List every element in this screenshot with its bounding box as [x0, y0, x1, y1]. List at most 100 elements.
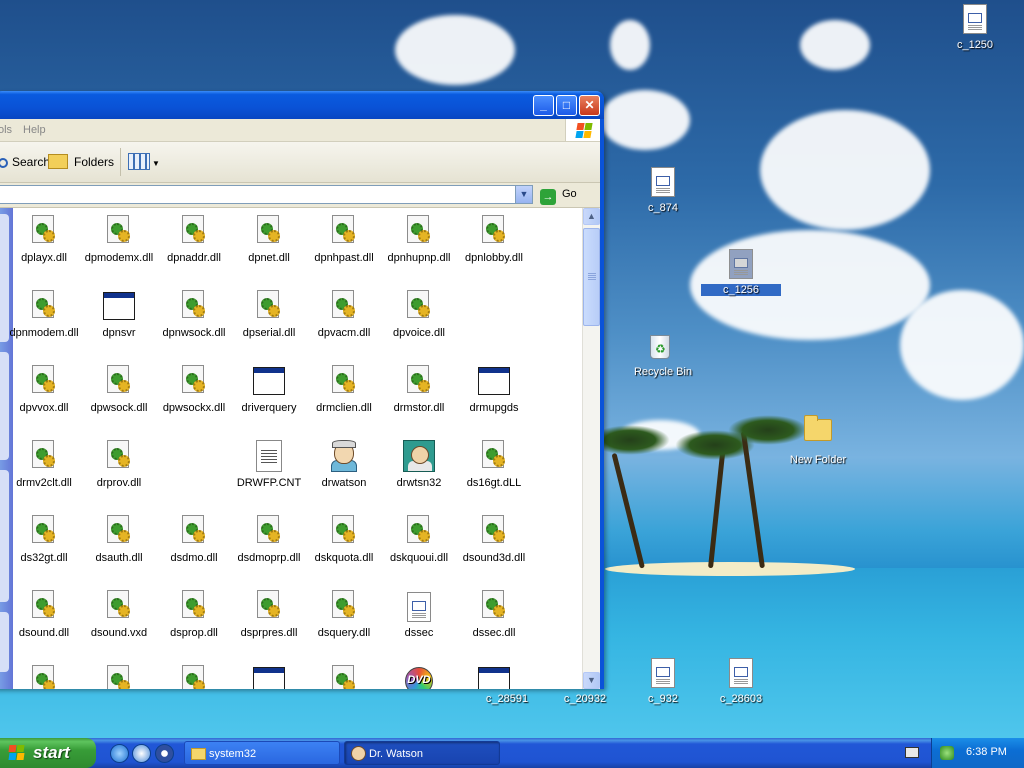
file-item[interactable]: driverquery	[231, 363, 307, 414]
chevron-up-icon: ▲	[587, 211, 596, 221]
file-item-label: driverquery	[241, 402, 297, 414]
file-item[interactable]: dssec	[381, 588, 457, 639]
file-item[interactable]: dpwsock.dll	[81, 363, 157, 414]
file-item[interactable]: dpmodemx.dll	[81, 213, 157, 264]
file-item[interactable]	[456, 663, 532, 689]
desktop-icon-c-874[interactable]: c_874	[623, 167, 703, 214]
file-item[interactable]: dskquota.dll	[306, 513, 382, 564]
file-item[interactable]: dpnwsock.dll	[156, 288, 232, 339]
file-item[interactable]: dpnet.dll	[231, 213, 307, 264]
dll-file-icon	[180, 665, 208, 689]
file-item[interactable]	[231, 663, 307, 689]
file-item-label: dsquery.dll	[317, 627, 371, 639]
file-item[interactable]: dplayx.dll	[6, 213, 82, 264]
file-item-label: drmv2clt.dll	[16, 477, 72, 489]
desktop-icon-c-1250[interactable]: c_1250	[935, 4, 1015, 51]
file-item[interactable]: dpnaddr.dll	[156, 213, 232, 264]
go-button[interactable]: → Go	[540, 185, 577, 205]
outlook-express-icon[interactable]	[132, 744, 151, 763]
file-item[interactable]: DVD	[381, 663, 457, 689]
file-item-label: dpvoice.dll	[393, 327, 445, 339]
file-item[interactable]: dsprop.dll	[156, 588, 232, 639]
keyboard-icon[interactable]	[905, 747, 919, 758]
file-item[interactable]	[156, 663, 232, 689]
desktop-icon-recycle-bin[interactable]: ♻ Recycle Bin	[623, 331, 703, 378]
file-item[interactable]: dpvacm.dll	[306, 288, 382, 339]
file-item[interactable]	[6, 663, 82, 689]
file-item[interactable]	[306, 663, 382, 689]
close-button[interactable]: ✕	[579, 95, 600, 116]
file-item[interactable]: dsound.vxd	[81, 588, 157, 639]
vertical-scrollbar[interactable]: ▲ ▼	[582, 208, 600, 689]
dll-file-icon	[105, 215, 133, 247]
file-item[interactable]: dpwsockx.dll	[156, 363, 232, 414]
file-item[interactable]: drwatson	[306, 438, 382, 489]
start-button-label: start	[33, 743, 70, 762]
maximize-button[interactable]: □	[556, 95, 577, 116]
file-item[interactable]: dpnhupnp.dll	[381, 213, 457, 264]
desktop-icon-label: c_1256	[701, 284, 781, 296]
desktop-icon-c-28603[interactable]: c_28603	[701, 658, 781, 705]
menu-tools[interactable]: ols	[0, 124, 12, 136]
file-item[interactable]: ds16gt.dLL	[456, 438, 532, 489]
file-item[interactable]: dsprpres.dll	[231, 588, 307, 639]
file-item[interactable]: dskquoui.dll	[381, 513, 457, 564]
file-item[interactable]: drwtsn32	[381, 438, 457, 489]
file-item[interactable]: dpnsvr	[81, 288, 157, 339]
scroll-thumb[interactable]	[583, 228, 600, 326]
file-item[interactable]: dsquery.dll	[306, 588, 382, 639]
file-item[interactable]: dssec.dll	[456, 588, 532, 639]
menu-help[interactable]: Help	[23, 124, 46, 136]
taskbar-button-system32[interactable]: system32	[184, 741, 340, 765]
application-icon	[478, 367, 510, 395]
file-item-label: ds32gt.dll	[20, 552, 68, 564]
start-button[interactable]: start	[0, 738, 96, 768]
file-item[interactable]: ds32gt.dll	[6, 513, 82, 564]
file-item[interactable]: dsound.dll	[6, 588, 82, 639]
scroll-down-button[interactable]: ▼	[583, 672, 600, 689]
media-player-icon[interactable]	[155, 744, 174, 763]
views-button[interactable]: ▼	[128, 151, 160, 173]
file-item[interactable]: drmv2clt.dll	[6, 438, 82, 489]
address-dropdown-button[interactable]: ▼	[515, 186, 532, 203]
file-item[interactable]: dsdmo.dll	[156, 513, 232, 564]
taskbar-button-dr-watson[interactable]: Dr. Watson	[344, 741, 500, 765]
desktop-icon-c-932[interactable]: c_932	[623, 658, 703, 705]
file-item[interactable]: dpnhpast.dll	[306, 213, 382, 264]
file-item[interactable]: dpvvox.dll	[6, 363, 82, 414]
desktop-icon-c-1256[interactable]: c_1256	[701, 249, 781, 296]
file-item-label: dpwsockx.dll	[162, 402, 226, 414]
file-item[interactable]: dpserial.dll	[231, 288, 307, 339]
minimize-button[interactable]: _	[533, 95, 554, 116]
file-item[interactable]	[81, 663, 157, 689]
search-button[interactable]: Search	[0, 151, 50, 173]
explorer-window[interactable]: _ □ ✕ ols Help Search Folders ▼ ▼ → Go d…	[0, 91, 604, 689]
file-item-label: dsound.dll	[18, 627, 70, 639]
dll-file-icon	[330, 665, 358, 689]
file-item[interactable]: dpnlobby.dll	[456, 213, 532, 264]
file-item[interactable]: dsdmoprp.dll	[231, 513, 307, 564]
file-item[interactable]: drmupgds	[456, 363, 532, 414]
file-item[interactable]: DRWFP.CNT	[231, 438, 307, 489]
folders-button[interactable]: Folders	[48, 151, 114, 173]
dll-file-icon	[30, 215, 58, 247]
file-item[interactable]: dsauth.dll	[81, 513, 157, 564]
file-item[interactable]: dsound3d.dll	[456, 513, 532, 564]
window-titlebar[interactable]: _ □ ✕	[0, 91, 604, 119]
scroll-up-button[interactable]: ▲	[583, 208, 600, 225]
file-item[interactable]: drmclien.dll	[306, 363, 382, 414]
file-item[interactable]: drprov.dll	[81, 438, 157, 489]
dll-file-icon	[330, 290, 358, 322]
address-input[interactable]: ▼	[0, 185, 533, 204]
file-item[interactable]: drmstor.dll	[381, 363, 457, 414]
file-item-label: dskquoui.dll	[389, 552, 449, 564]
file-item[interactable]: dpnmodem.dll	[6, 288, 82, 339]
internet-explorer-icon[interactable]	[110, 744, 129, 763]
desktop-icon-new-folder[interactable]: New Folder	[778, 413, 858, 466]
file-item[interactable]: dpvoice.dll	[381, 288, 457, 339]
file-item-label: dpnwsock.dll	[162, 327, 226, 339]
network-icon[interactable]	[940, 746, 954, 760]
taskbar-button-label: Dr. Watson	[369, 748, 423, 760]
file-item-label: dpnaddr.dll	[167, 252, 221, 264]
clock[interactable]: 6:38 PM	[966, 746, 1007, 758]
